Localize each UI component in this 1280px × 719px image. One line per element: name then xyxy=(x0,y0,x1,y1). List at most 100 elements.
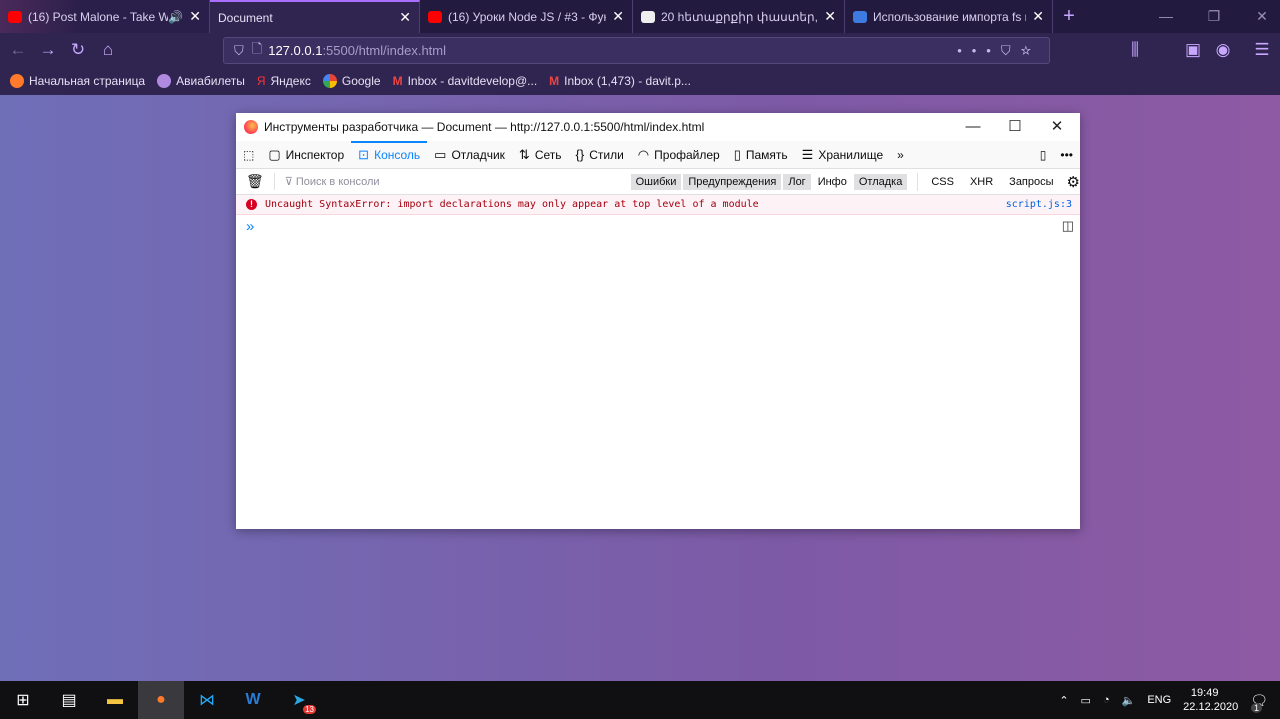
tab-inspector[interactable]: ▢ Инспектор xyxy=(261,141,351,169)
restore-button[interactable]: ❐ xyxy=(1190,0,1238,33)
notification-count: 1 xyxy=(1250,702,1262,713)
error-source-link[interactable]: script.js:3 xyxy=(1006,199,1072,210)
filter-warnings[interactable]: Предупреждения xyxy=(683,173,782,190)
start-windows-icon[interactable]: ⊞ xyxy=(0,681,46,719)
close-tab-icon[interactable]: ✕ xyxy=(189,8,201,25)
tab-title: (16) Уроки Node JS / #3 - Функ xyxy=(448,9,607,24)
telegram-icon[interactable]: ➤ 13 xyxy=(276,681,322,719)
bookmark-yandex[interactable]: Я Яндекс xyxy=(257,74,311,88)
close-tab-icon[interactable]: ✕ xyxy=(1032,8,1044,25)
tab-network[interactable]: ⇅ Сеть xyxy=(512,141,569,169)
bookmark-gmail-1[interactable]: M Inbox - davitdevelop@... xyxy=(393,74,538,88)
bookmark-gmail-2[interactable]: M Inbox (1,473) - davit.p... xyxy=(549,74,691,88)
chevron-up-icon[interactable]: ⌃ xyxy=(1059,694,1068,707)
bookmark-label: Яндекс xyxy=(270,74,311,88)
account-icon[interactable]: ◉ xyxy=(1208,40,1238,60)
bookmark-label: Inbox - davitdevelop@... xyxy=(407,74,538,88)
volume-icon[interactable]: 🔈 xyxy=(1122,694,1136,707)
settings-gear-icon[interactable]: ⚙ xyxy=(1067,173,1080,191)
close-tab-icon[interactable]: ✕ xyxy=(612,8,624,25)
devtools-close-button[interactable]: ✕ xyxy=(1036,113,1078,141)
filter-css[interactable]: CSS xyxy=(926,174,959,190)
filter-xhr[interactable]: XHR xyxy=(965,174,998,190)
filter-debug[interactable]: Отладка xyxy=(853,173,908,190)
search-placeholder: Поиск в консоли xyxy=(295,176,380,188)
battery-icon[interactable]: ▭ xyxy=(1081,694,1091,707)
home-icon[interactable]: ⌂ xyxy=(93,40,123,60)
tab-storage[interactable]: ☰ Хранилище xyxy=(795,141,890,169)
system-tray: ⌃ ▭ ◔ 🔈 ENG 19:49 22.12.2020 🗨 1 xyxy=(1059,681,1280,719)
nav-bar: ← → ↻ ⌂ ⛉ 🗋 127.0.0.1:5500/html/index.htm… xyxy=(0,33,1280,67)
tab-profiler[interactable]: ◠ Профайлер xyxy=(631,141,727,169)
trash-icon[interactable]: 🗑 xyxy=(236,173,275,190)
devtools-maximize-button[interactable]: ☐ xyxy=(994,113,1036,141)
url-path: :5500/html/index.html xyxy=(322,43,447,58)
tab-armenian-article[interactable]: 20 hետաքրքիր փաստեր, որո ✕ xyxy=(633,0,845,33)
tab-fs-import[interactable]: Использование импорта fs и ✕ xyxy=(845,0,1053,33)
word-icon[interactable]: W xyxy=(230,681,276,719)
devtools-menu-icon[interactable]: ••• xyxy=(1053,141,1080,169)
notifications-icon[interactable]: 🗨 1 xyxy=(1250,692,1268,713)
network-icon: ⇅ xyxy=(518,146,530,162)
tab-label: Инспектор xyxy=(285,147,345,162)
console-filter-bar: 🗑 ⊽ Поиск в консоли Ошибки Предупреждени… xyxy=(236,169,1080,195)
tab-styles[interactable]: {} Стили xyxy=(569,141,631,169)
filter-requests[interactable]: Запросы xyxy=(1004,174,1058,190)
tab-debugger[interactable]: ▭ Отладчик xyxy=(427,141,512,169)
gmail-icon: M xyxy=(392,74,403,88)
url-bar[interactable]: ⛉ 🗋 127.0.0.1:5500/html/index.html •••⛉☆ xyxy=(223,37,1050,64)
shield-icon[interactable]: ⛉ xyxy=(234,43,244,59)
menu-icon[interactable]: ☰ xyxy=(1247,40,1277,60)
close-tab-icon[interactable]: ✕ xyxy=(399,9,411,26)
filter-errors[interactable]: Ошибки xyxy=(630,173,682,190)
tab-post-malone[interactable]: (16) Post Malone - Take Wh 🔊 ✕ xyxy=(0,0,210,33)
file-explorer-icon[interactable]: ▬ xyxy=(92,681,138,719)
google-icon xyxy=(322,74,337,88)
clock[interactable]: 19:49 22.12.2020 xyxy=(1183,686,1238,714)
storage-icon: ☰ xyxy=(801,146,814,162)
filter-log[interactable]: Лог xyxy=(783,173,811,190)
reload-icon[interactable]: ↻ xyxy=(63,40,93,60)
tab-document[interactable]: Document ✕ xyxy=(210,0,420,33)
close-tab-icon[interactable]: ✕ xyxy=(824,8,836,25)
tab-memory[interactable]: ▯ Память xyxy=(727,141,795,169)
page-actions[interactable]: •••⛉☆ xyxy=(957,43,1041,59)
back-icon[interactable]: ← xyxy=(3,40,33,60)
devtools-window: Инструменты разработчика — Document — ht… xyxy=(236,113,1080,529)
bookmark-flights[interactable]: Авиабилеты xyxy=(157,74,245,88)
url-host: 127.0.0.1 xyxy=(268,43,323,58)
page-icon: 🗋 xyxy=(251,40,263,56)
console-input[interactable]: » ◫ xyxy=(236,215,1080,237)
bookmark-label: Авиабилеты xyxy=(176,74,245,88)
vscode-icon[interactable]: ⋈ xyxy=(184,681,230,719)
firefox-taskbar-icon[interactable]: ● xyxy=(138,681,184,719)
devtools-minimize-button[interactable]: — xyxy=(952,113,994,141)
console-search-input[interactable]: ⊽ Поиск в консоли xyxy=(275,175,631,188)
forward-icon[interactable]: → xyxy=(33,40,63,60)
editor-mode-icon[interactable]: ◫ xyxy=(1062,218,1074,234)
element-picker-icon[interactable]: ⬚ xyxy=(236,141,261,169)
responsive-mode-icon[interactable]: ▯ xyxy=(1033,141,1054,169)
tab-node-js[interactable]: (16) Уроки Node JS / #3 - Функ ✕ xyxy=(420,0,633,33)
console-icon: ⊡ xyxy=(358,146,370,162)
new-tab-button[interactable]: + xyxy=(1053,0,1085,33)
wifi-icon[interactable]: ◔ xyxy=(1103,694,1110,706)
task-view-icon[interactable]: ▤ xyxy=(46,681,92,719)
minimize-button[interactable]: — xyxy=(1142,0,1190,33)
sidebar-icon[interactable]: ▣ xyxy=(1178,40,1208,60)
error-text: Uncaught SyntaxError: import declaration… xyxy=(265,199,759,210)
profiler-icon: ◠ xyxy=(637,146,650,162)
devtools-toolbar: ⬚ ▢ Инспектор ⊡ Консоль ▭ Отладчик ⇅ Сеть {}… xyxy=(236,140,1080,169)
tab-label: Профайлер xyxy=(654,147,720,162)
tab-console[interactable]: ⊡ Консоль xyxy=(351,140,428,169)
close-window-button[interactable]: ✕ xyxy=(1238,0,1280,33)
filter-info[interactable]: Инфо xyxy=(813,174,852,190)
speaker-icon[interactable]: 🔊 xyxy=(168,10,183,24)
memory-icon: ▯ xyxy=(733,146,741,162)
tab-title: Использование импорта fs и xyxy=(873,9,1027,24)
bookmark-start-page[interactable]: Начальная страница xyxy=(10,74,145,88)
library-icon[interactable]: ⫼ xyxy=(1120,40,1150,60)
bookmark-google[interactable]: Google xyxy=(322,74,381,88)
language-indicator[interactable]: ENG xyxy=(1147,694,1171,706)
more-tools-icon[interactable]: » xyxy=(890,141,911,169)
